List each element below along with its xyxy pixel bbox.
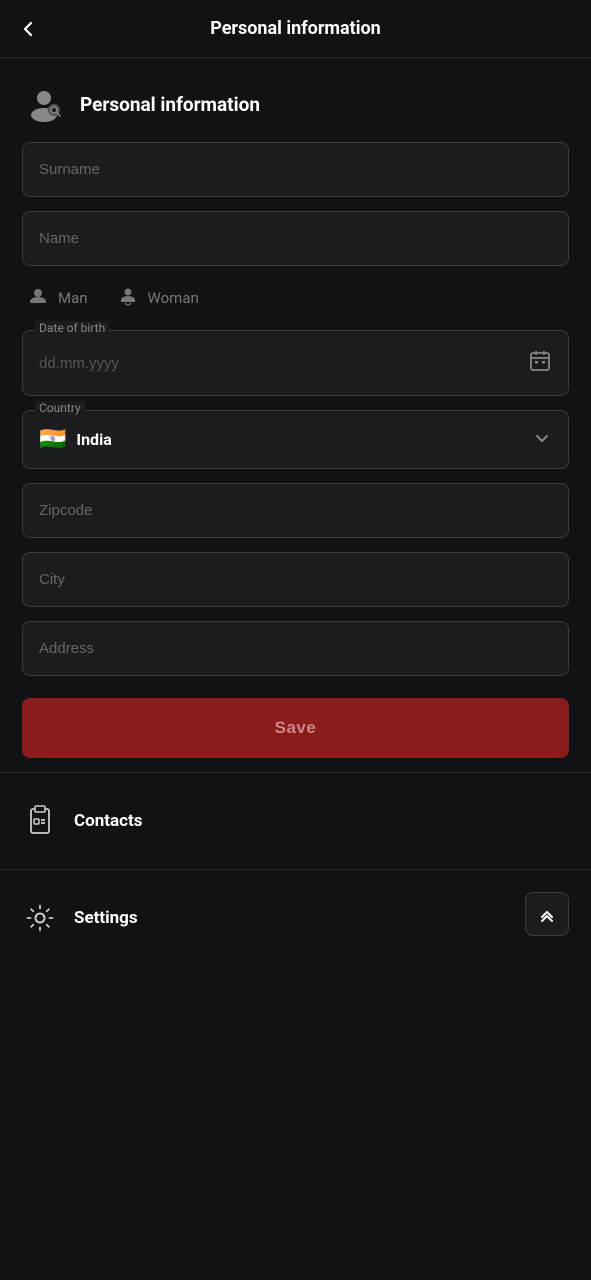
back-button[interactable] [18,19,38,39]
dob-field: Date of birth [22,330,569,396]
gender-woman-option[interactable]: Woman [116,286,199,310]
settings-nav-item[interactable]: Settings [0,878,591,958]
contacts-nav-item[interactable]: Contacts [0,781,591,861]
city-input[interactable] [22,552,569,607]
gender-row: Man Woman [22,280,569,316]
gender-woman-label: Woman [148,289,199,307]
section-header: Personal information [0,58,591,142]
bottom-nav: Contacts Settings [0,781,591,958]
dob-label: Date of birth [35,321,109,335]
zipcode-input[interactable] [22,483,569,538]
page-title: Personal information [210,18,381,39]
gender-man-option[interactable]: Man [26,286,88,310]
dob-input[interactable] [39,355,528,372]
personal-info-icon [22,82,66,126]
section-title: Personal information [80,93,260,116]
save-button[interactable]: Save [22,698,569,758]
contacts-label: Contacts [74,811,142,831]
country-flag-icon: 🇮🇳 [39,427,66,452]
country-select[interactable]: 🇮🇳 India [23,411,568,468]
address-input[interactable] [22,621,569,676]
country-label: Country [35,401,85,415]
country-name: India [76,430,532,449]
country-field[interactable]: Country 🇮🇳 India [22,410,569,469]
calendar-icon[interactable] [528,349,552,377]
contacts-icon [22,803,58,839]
scroll-top-button[interactable] [525,892,569,936]
app-header: Personal information [0,0,591,58]
personal-info-form: Man Woman Date of birth [0,142,591,676]
settings-label: Settings [74,908,138,928]
name-input[interactable] [22,211,569,266]
gender-man-label: Man [58,289,88,307]
settings-icon [22,900,58,936]
chevron-down-icon [532,428,552,452]
surname-input[interactable] [22,142,569,197]
